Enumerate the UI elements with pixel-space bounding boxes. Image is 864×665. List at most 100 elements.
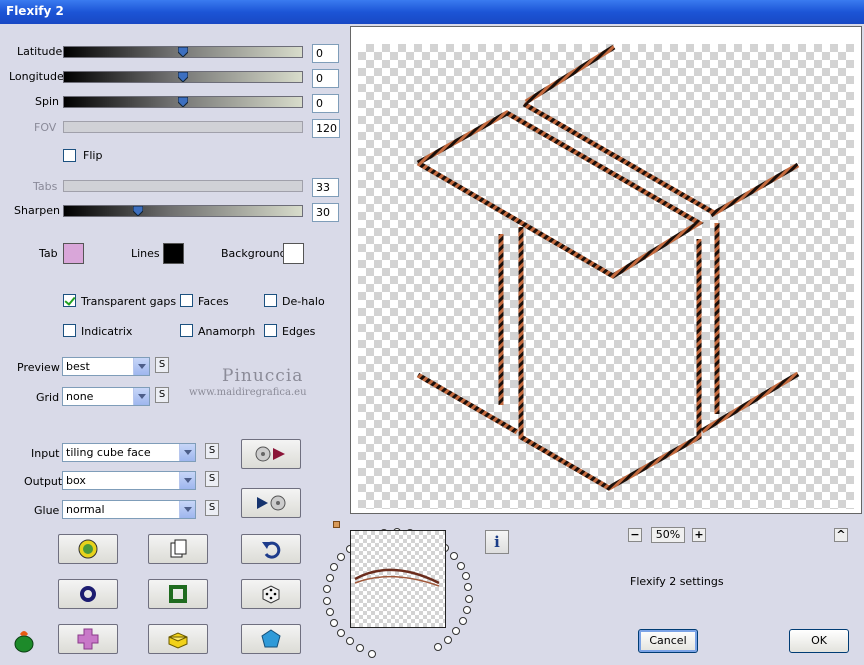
ring-dot[interactable] [336,553,345,562]
ring-dot[interactable] [325,574,334,583]
ring-dot[interactable] [356,644,365,653]
chevron-down-icon[interactable] [179,501,195,518]
sharpen-value[interactable]: 30 [312,203,339,222]
transparent-gaps-checkbox[interactable] [63,294,76,307]
glue-select[interactable]: normal [62,500,196,519]
sharpen-label: Sharpen [14,204,60,217]
ok-button[interactable]: OK [789,629,849,653]
ring-dot[interactable] [337,628,346,637]
ring-dot[interactable] [323,585,332,594]
ring-dot[interactable] [443,636,452,644]
info-button[interactable]: i [485,530,509,554]
grid-select[interactable]: none [62,387,150,406]
chevron-down-icon[interactable] [179,444,195,461]
ring-dot[interactable] [367,649,376,658]
output-select[interactable]: box [62,471,196,490]
ring-dot[interactable] [433,643,442,652]
disc-play-icon [255,446,285,462]
faces-label: Faces [198,295,229,308]
edges-label: Edges [282,325,316,338]
transparent-gaps-label: Transparent gaps [81,295,177,308]
title-bar[interactable]: Flexify 2 [0,0,864,24]
randomize-button[interactable] [58,534,118,564]
ring-dot[interactable] [345,637,354,646]
grid-s-button[interactable]: S [155,387,169,403]
image-preview[interactable] [350,26,862,514]
tab-color-swatch[interactable] [63,243,84,264]
faces-checkbox[interactable] [180,294,193,307]
glue-label: Glue [34,504,60,517]
ring-dot[interactable] [461,572,470,581]
ring-dot[interactable] [330,619,339,627]
tile-button[interactable] [58,624,118,654]
smiley-sun-icon [78,539,98,559]
latitude-slider[interactable] [63,46,303,58]
block-button[interactable] [148,624,208,654]
cancel-button[interactable]: Cancel [638,629,698,653]
latitude-value[interactable]: 0 [312,44,339,63]
zoom-in-button[interactable]: + [692,528,706,542]
ring-dot[interactable] [462,606,471,615]
flip-label: Flip [83,149,103,162]
preview-select[interactable]: best [62,357,150,376]
flip-checkbox[interactable] [63,149,76,162]
play-disc-icon [257,495,286,511]
lines-color-swatch[interactable] [163,243,184,264]
indicatrix-checkbox[interactable] [63,324,76,337]
longitude-slider[interactable] [63,71,303,83]
background-color-swatch[interactable] [283,243,304,264]
zoom-out-button[interactable]: − [628,528,642,542]
ring-dot[interactable] [464,583,473,592]
ring-dot[interactable] [330,563,339,572]
ring-dot[interactable] [456,561,465,570]
chevron-down-icon[interactable] [179,472,195,489]
fov-slider [63,121,303,133]
slider-thumb-icon[interactable] [133,206,143,216]
edges-checkbox[interactable] [264,324,277,337]
flaming-pear-logo-icon [14,631,34,653]
spin-value[interactable]: 0 [312,94,339,113]
indicatrix-label: Indicatrix [81,325,133,338]
save-preset-button[interactable] [241,488,301,518]
anamorph-checkbox[interactable] [180,324,193,337]
ring-dot[interactable] [458,617,467,626]
input-s-button[interactable]: S [205,443,219,459]
ring-dot[interactable] [464,594,473,603]
tabs-slider [63,180,303,192]
input-select-value: tiling cube face [66,446,151,459]
sharpen-slider[interactable] [63,205,303,217]
fov-label: FOV [34,121,57,134]
frame-button[interactable] [148,579,208,609]
longitude-value[interactable]: 0 [312,69,339,88]
ring-dot[interactable] [323,596,332,605]
copy-icon [170,539,187,558]
collapse-button[interactable]: ^ [834,528,848,542]
ring-dot[interactable] [449,551,458,560]
preview-s-button[interactable]: S [155,357,169,373]
slider-thumb-icon[interactable] [178,97,188,107]
copy-button[interactable] [148,534,208,564]
ring-button[interactable] [58,579,118,609]
undo-icon [262,541,281,559]
slider-thumb-icon[interactable] [178,47,188,57]
glue-s-button[interactable]: S [205,500,219,516]
undo-button[interactable] [241,534,301,564]
chevron-down-icon[interactable] [133,358,149,375]
slider-thumb-icon[interactable] [178,72,188,82]
ring-icon [80,586,96,602]
spin-slider[interactable] [63,96,303,108]
output-s-button[interactable]: S [205,471,219,487]
latitude-label: Latitude [17,45,63,58]
chevron-down-icon[interactable] [133,388,149,405]
dice-button[interactable] [241,579,301,609]
ring-marker-icon [333,521,340,528]
settings-label: Flexify 2 settings [630,575,724,588]
plus-tiles-icon [77,628,99,650]
ring-dot[interactable] [325,608,334,617]
de-halo-checkbox[interactable] [264,294,277,307]
input-select[interactable]: tiling cube face [62,443,196,462]
pentagon-button[interactable] [241,624,301,654]
load-preset-button[interactable] [241,439,301,469]
de-halo-label: De-halo [282,295,325,308]
ring-dot[interactable] [452,627,461,636]
